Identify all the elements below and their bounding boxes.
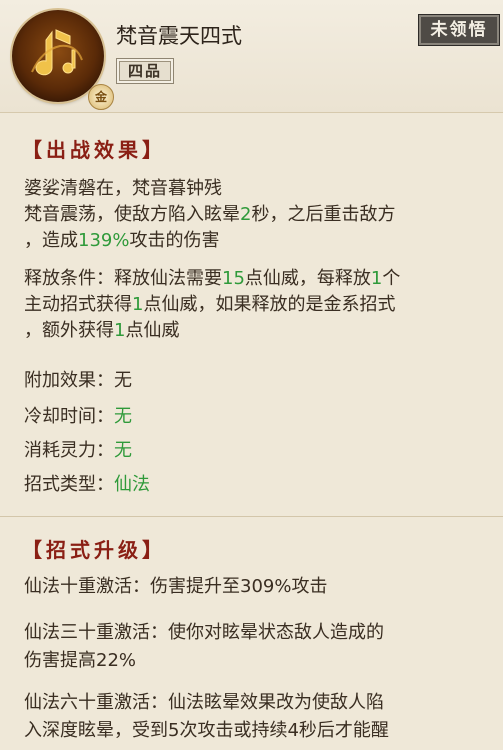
section-divider	[0, 516, 503, 517]
release-condition: 释放条件：释放仙法需要15点仙威，每释放1个 主动招式获得1点仙威，如果释放的是…	[24, 266, 494, 344]
skill-effect-text: 梵音震荡，使敌方陷入眩晕2秒，之后重击敌方 ，造成139%攻击的伤害	[24, 202, 494, 254]
release-text-1: 释放条件：释放仙法需要	[24, 268, 222, 289]
release-text-6: ，额外获得	[24, 320, 114, 341]
extra-effect-value: 无	[114, 370, 132, 391]
upgrade-line: 仙法六十重激活：仙法眩晕效果改为使敌人陷	[24, 692, 384, 713]
extra-effect-label: 附加效果：	[24, 370, 114, 391]
release-extra-value: 1	[114, 320, 126, 341]
release-text-5: 点仙威，如果释放的是金系招式	[143, 294, 396, 315]
battle-effect-title: 【出战效果】	[22, 138, 166, 162]
skill-name: 梵音震天四式	[116, 24, 242, 48]
skill-type-value: 仙法	[114, 474, 150, 495]
upgrade-line: 伤害提高22%	[24, 650, 137, 671]
upgrade-line: 仙法三十重激活：使你对眩晕状态敌人造成的	[24, 622, 384, 643]
release-need-value: 15	[222, 268, 245, 289]
grade-mark: 金	[88, 84, 114, 110]
stun-seconds: 2	[240, 204, 252, 225]
release-gain-value: 1	[132, 294, 144, 315]
damage-percent: 139%	[78, 230, 130, 251]
release-each-value: 1	[370, 268, 383, 289]
skill-icon[interactable]: 金	[12, 10, 114, 110]
skill-verse: 婆娑清磐在，梵音暮钟残	[24, 178, 222, 199]
upgrade-title: 【招式升级】	[22, 538, 166, 562]
cost-row: 消耗灵力：无	[24, 438, 494, 464]
release-text-4: 主动招式获得	[24, 294, 132, 315]
unlearned-badge[interactable]: 未领悟	[418, 14, 500, 46]
cooldown-value: 无	[114, 406, 132, 427]
release-text-7: 点仙威	[125, 320, 180, 341]
release-text-2: 点仙威，每释放	[244, 268, 371, 289]
extra-effect-row: 附加效果：无	[24, 368, 494, 394]
cooldown-label: 冷却时间：	[24, 406, 114, 427]
tier-badge: 四品	[116, 58, 174, 84]
skill-header: 金 梵音震天四式 四品 未领悟	[0, 0, 503, 113]
effect-text-1: 梵音震荡，使敌方陷入眩晕	[24, 204, 240, 225]
release-text-3: 个	[382, 268, 401, 289]
skill-type-label: 招式类型：	[24, 474, 114, 495]
cost-value: 无	[114, 440, 132, 461]
effect-text-2: 秒，之后重击敌方	[251, 204, 396, 225]
cost-label: 消耗灵力：	[24, 440, 114, 461]
effect-text-3: ，造成	[24, 230, 78, 251]
cooldown-row: 冷却时间：无	[24, 404, 494, 430]
skill-type-row: 招式类型：仙法	[24, 472, 494, 498]
effect-text-4: 攻击的伤害	[129, 230, 220, 251]
upgrade-line: 仙法十重激活：伤害提升至309%攻击	[24, 576, 328, 597]
upgrade-line: 入深度眩晕，受到5次攻击或持续4秒后才能醒	[24, 720, 389, 741]
